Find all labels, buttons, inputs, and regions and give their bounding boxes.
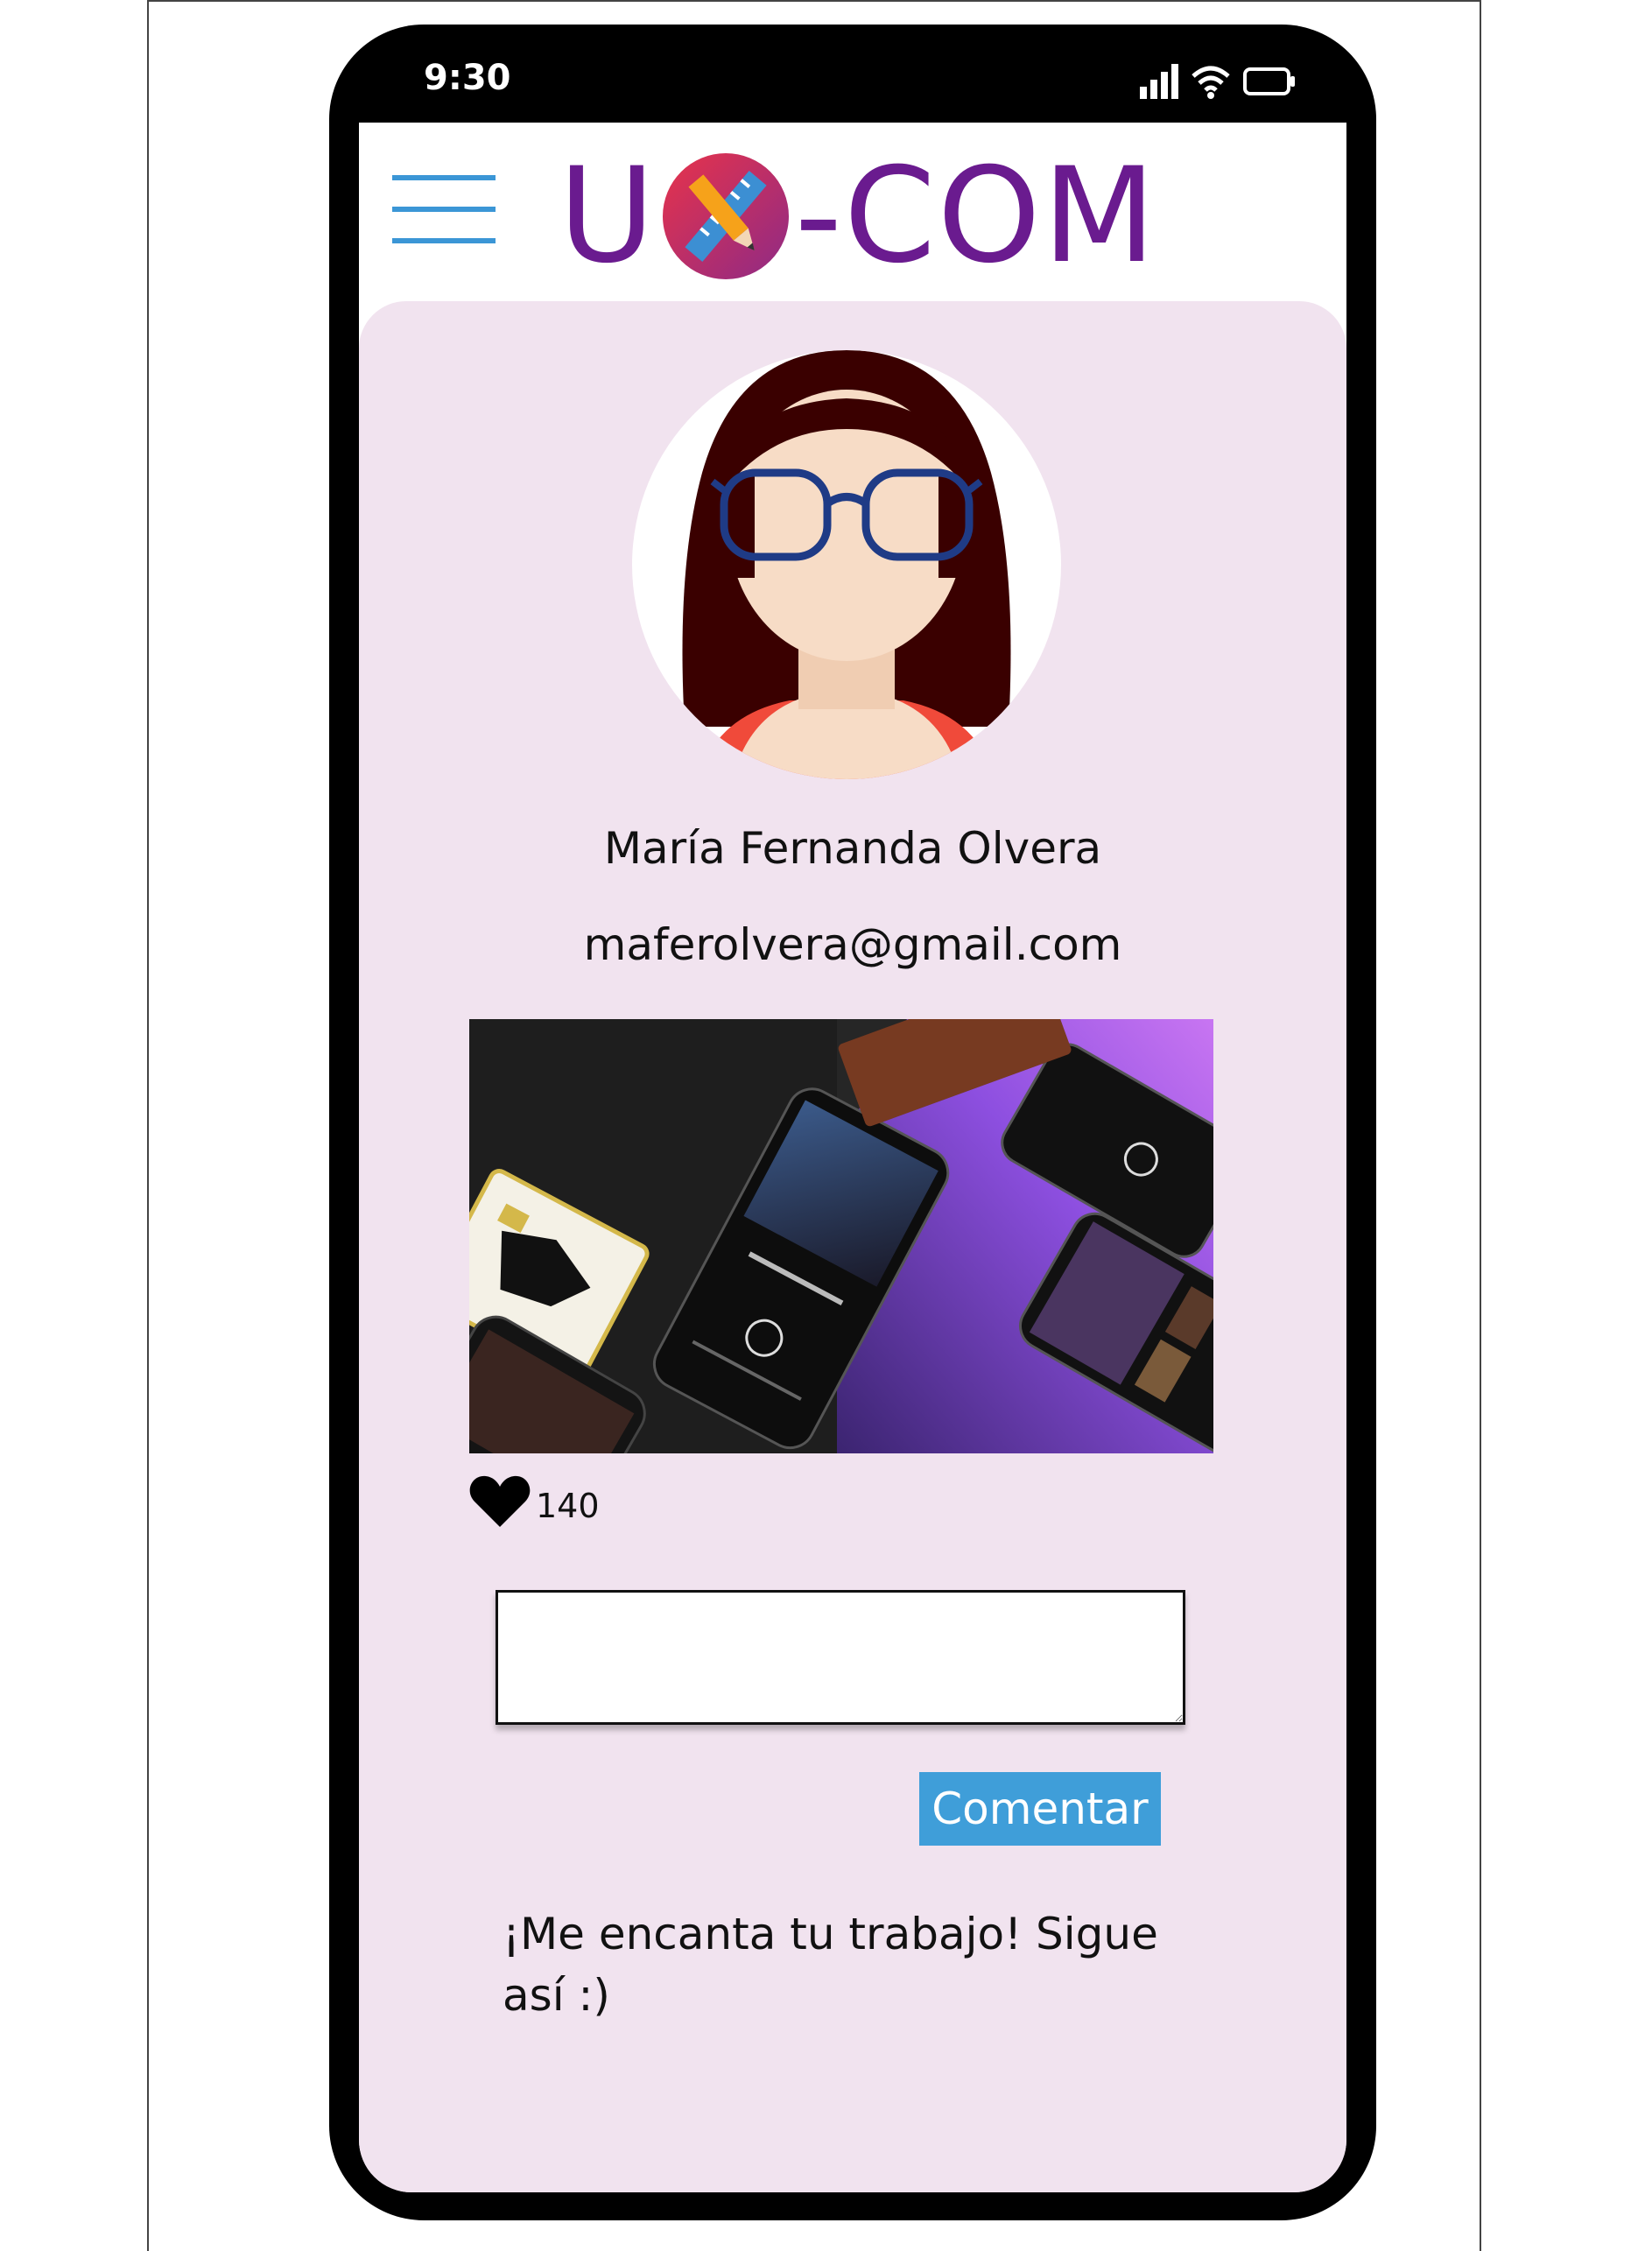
app-header: U -COM — [359, 123, 1346, 313]
app-screen: U -COM María Fernanda Olvera maferolvera… — [359, 123, 1346, 2192]
page-frame-left — [147, 0, 149, 2251]
music-app-mockup-image — [469, 1019, 1213, 1453]
post-image[interactable] — [469, 1019, 1213, 1453]
comment-button[interactable]: Comentar — [919, 1772, 1161, 1846]
status-time: 9:30 — [424, 58, 511, 98]
heart-icon — [469, 1475, 531, 1527]
comment-text: ¡Me encanta tu trabajo! Sigue así :) — [503, 1909, 1158, 2021]
like-count: 140 — [536, 1487, 600, 1525]
signal-icon — [1140, 64, 1178, 99]
profile-card: María Fernanda Olvera maferolvera@gmail.… — [359, 301, 1346, 2192]
battery-icon — [1243, 67, 1295, 95]
status-bar: 9:30 — [329, 25, 1376, 123]
pencil-ruler-icon — [662, 153, 789, 279]
page-frame-top — [147, 0, 1481, 2]
phone-frame: 9:30 U -COM María Fernanda Olvera mafero… — [329, 25, 1376, 2220]
comment-input[interactable] — [496, 1590, 1185, 1725]
profile-email: maferolvera@gmail.com — [583, 919, 1122, 970]
menu-icon[interactable] — [392, 175, 496, 245]
app-logo: U -COM — [559, 151, 1157, 282]
profile-name: María Fernanda Olvera — [603, 823, 1102, 874]
status-icons — [1140, 61, 1296, 102]
logo-text-left: U — [559, 140, 657, 292]
logo-text-right: -COM — [794, 140, 1158, 292]
page-frame-right — [1480, 0, 1481, 2251]
wifi-icon — [1192, 66, 1230, 99]
avatar[interactable] — [632, 350, 1061, 779]
like-button[interactable]: 140 — [469, 1471, 600, 1532]
